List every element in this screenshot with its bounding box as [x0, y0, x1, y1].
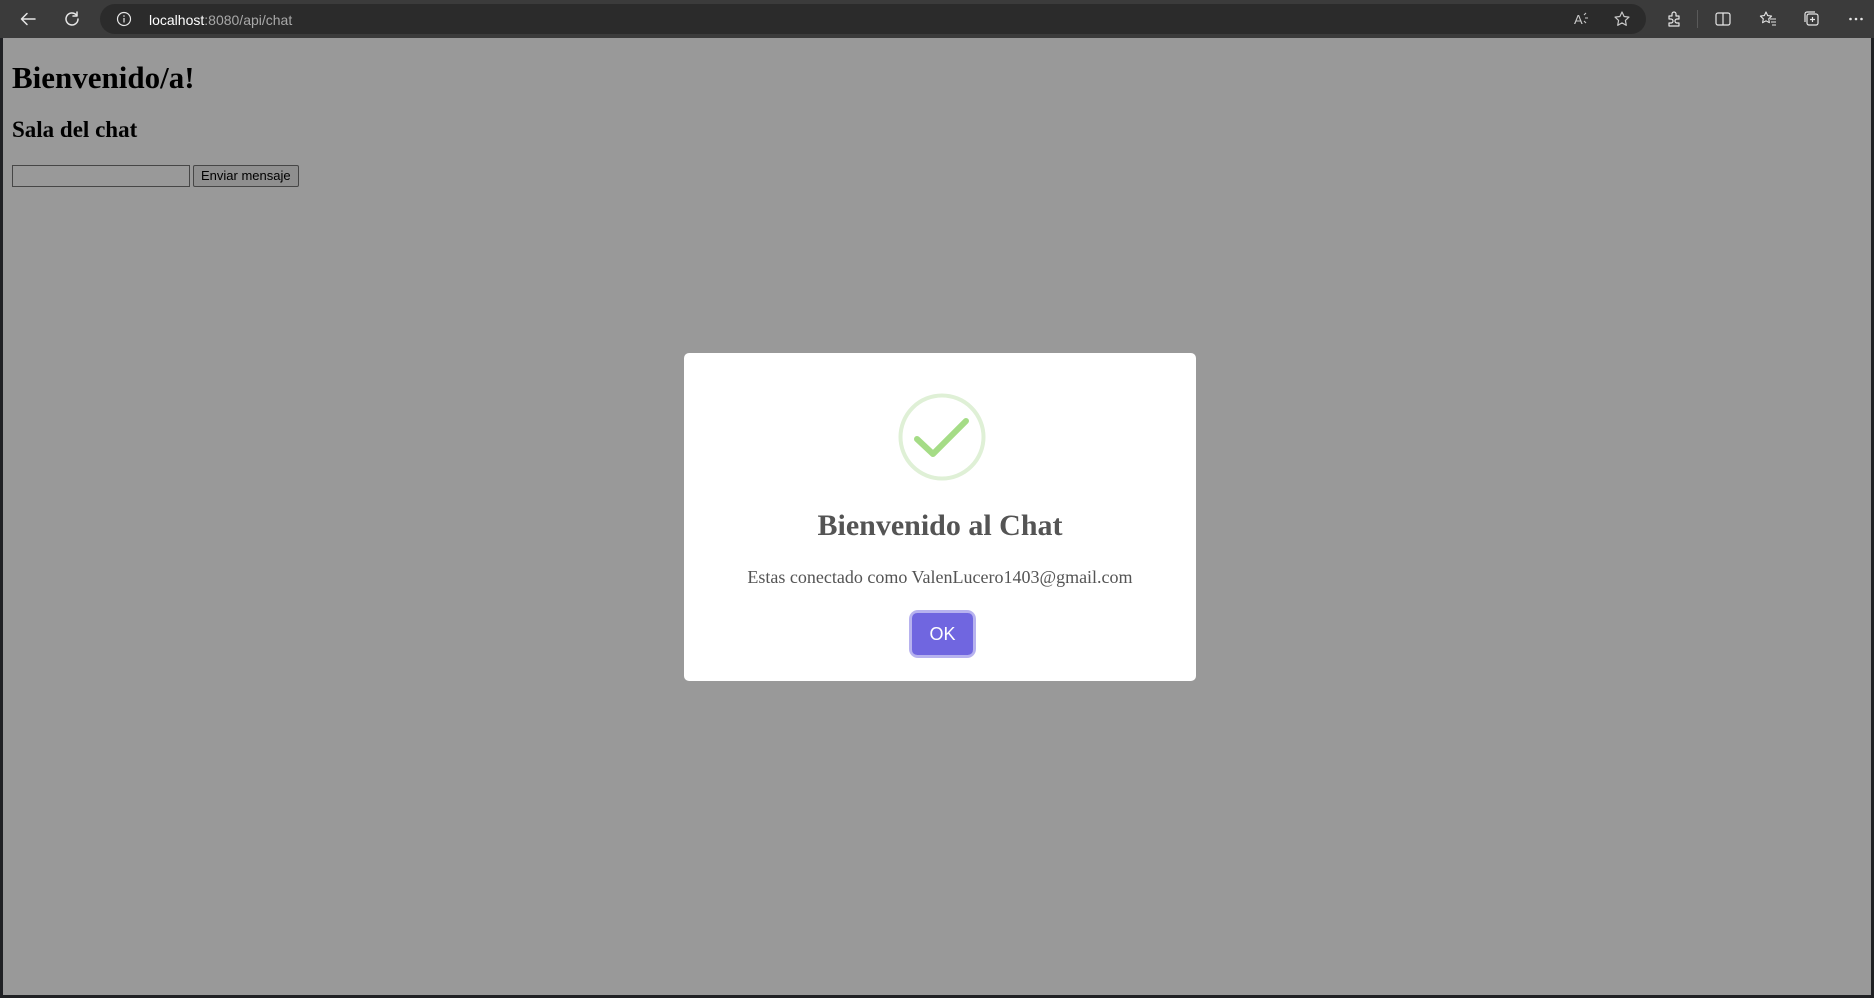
- dialog-message: Estas conectado como ValenLucero1403@gma…: [747, 567, 1133, 587]
- welcome-dialog: Bienvenido al Chat Estas conectado como …: [684, 353, 1196, 681]
- back-icon[interactable]: [14, 5, 42, 33]
- url-path: :8080/api/chat: [204, 12, 293, 28]
- page-viewport: Bienvenido/a! Sala del chat Enviar mensa…: [3, 38, 1871, 995]
- toolbar-separator: [1697, 10, 1698, 28]
- favorite-star-icon[interactable]: [1608, 5, 1636, 33]
- svg-text:A: A: [1574, 12, 1583, 27]
- refresh-icon[interactable]: [58, 5, 86, 33]
- dialog-title: Bienvenido al Chat: [817, 509, 1063, 542]
- more-icon[interactable]: [1842, 5, 1870, 33]
- success-check-icon: [898, 393, 986, 481]
- site-info-icon[interactable]: [116, 11, 132, 27]
- browser-toolbar: localhost:8080/api/chat A: [0, 0, 1874, 38]
- read-aloud-icon[interactable]: A: [1568, 5, 1596, 33]
- split-screen-icon[interactable]: [1709, 5, 1737, 33]
- extensions-icon[interactable]: [1660, 5, 1688, 33]
- url-text[interactable]: localhost:8080/api/chat: [149, 12, 292, 28]
- address-bar[interactable]: localhost:8080/api/chat A: [100, 4, 1646, 34]
- modal-backdrop[interactable]: Bienvenido al Chat Estas conectado como …: [3, 38, 1871, 995]
- url-host: localhost: [149, 12, 205, 28]
- favorites-icon[interactable]: [1754, 5, 1782, 33]
- ok-button[interactable]: OK: [912, 613, 973, 655]
- collections-icon[interactable]: [1798, 5, 1826, 33]
